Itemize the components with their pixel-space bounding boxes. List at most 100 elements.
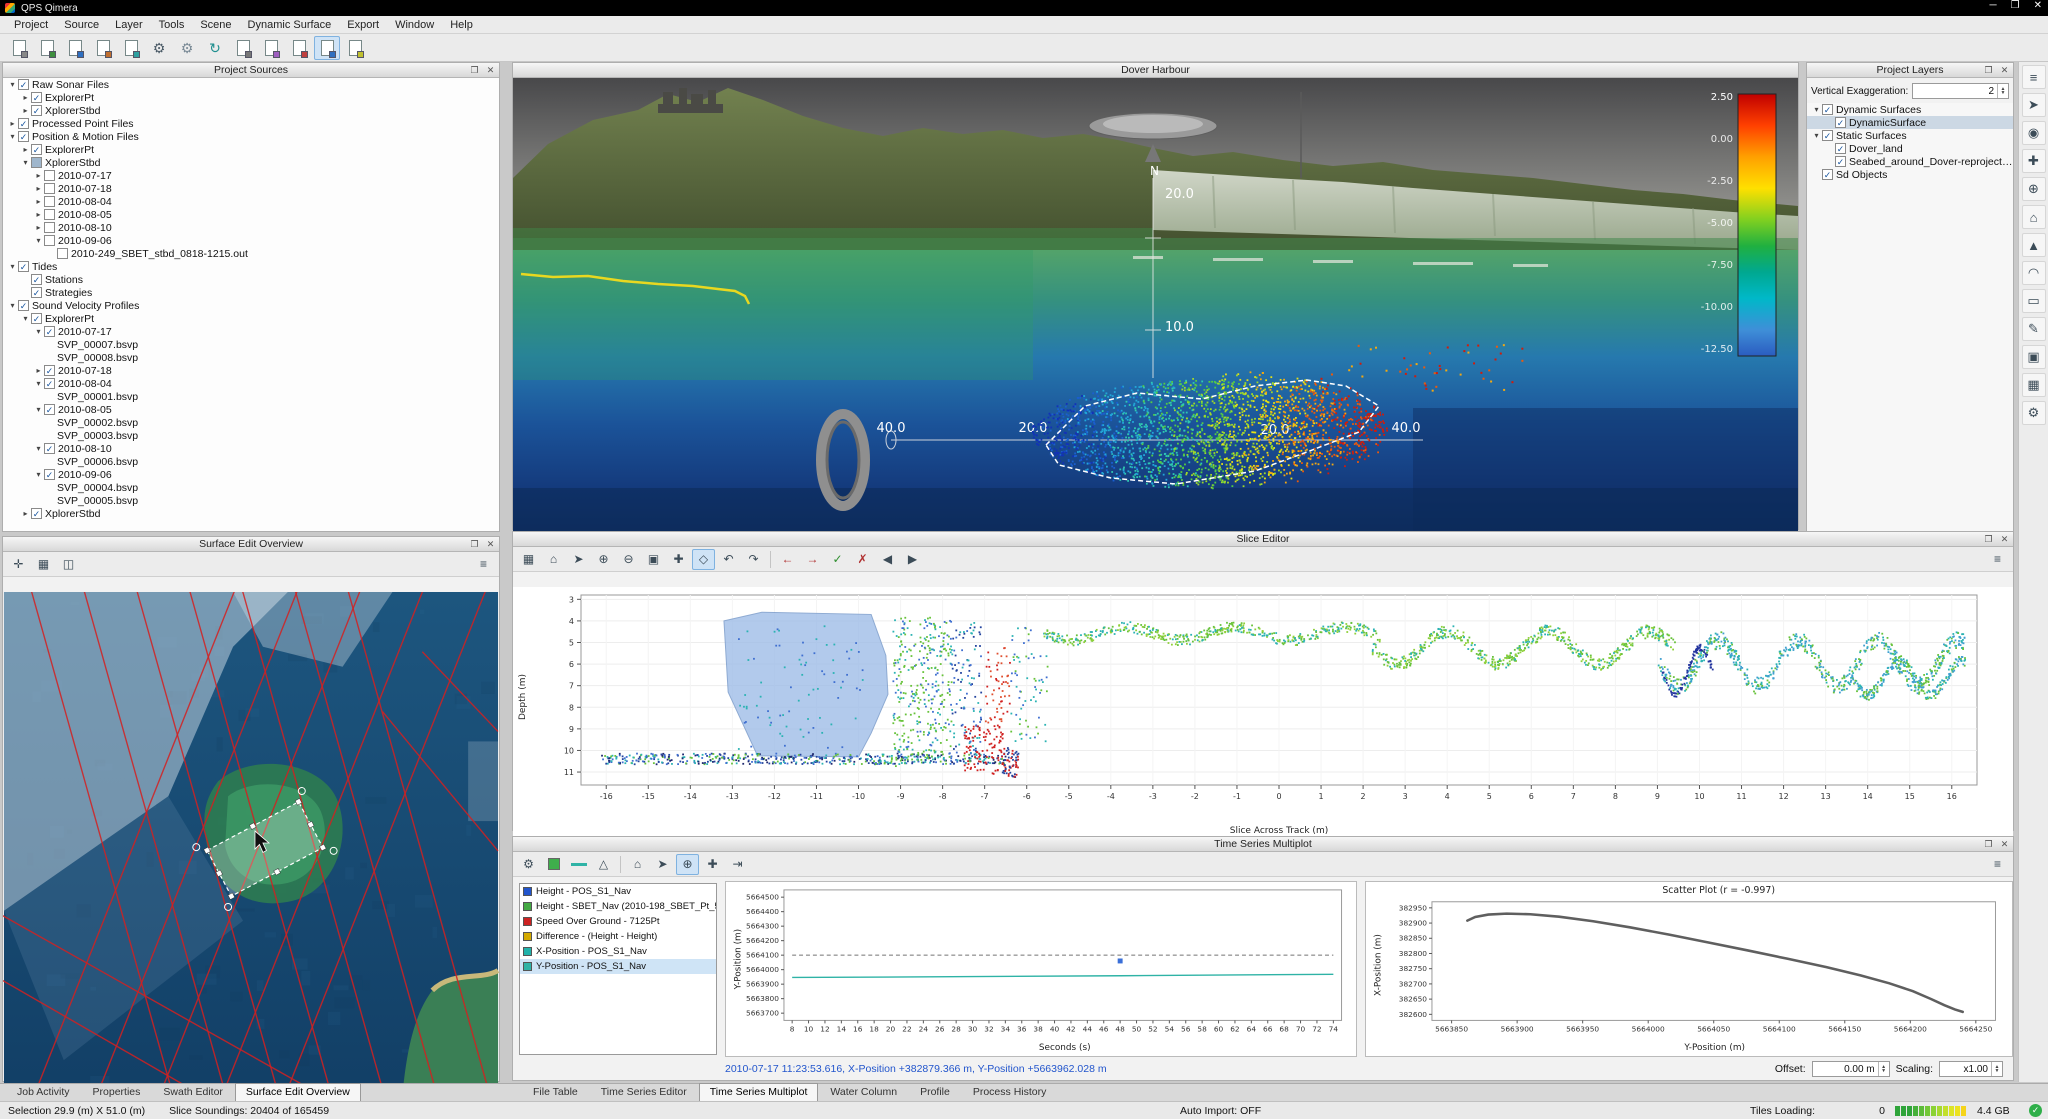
add-processed-files-button[interactable] bbox=[90, 36, 116, 60]
scene-menu-button[interactable]: ≡ bbox=[2022, 65, 2046, 89]
expand-arrow-icon[interactable]: ▸ bbox=[33, 366, 44, 375]
source-item[interactable]: ▸✓XplorerStbd bbox=[3, 104, 499, 117]
expand-arrow-icon[interactable]: ▾ bbox=[1811, 131, 1822, 140]
tree-checkbox[interactable]: ✓ bbox=[31, 508, 42, 519]
expand-arrow-icon[interactable]: ▸ bbox=[20, 509, 31, 518]
zoom-tool-button[interactable]: ⊕ bbox=[676, 854, 699, 875]
panel-menu-button[interactable]: ≡ bbox=[1986, 854, 2009, 875]
tree-checkbox[interactable]: ✓ bbox=[1822, 130, 1833, 141]
panel-menu-button[interactable]: ≡ bbox=[472, 554, 495, 575]
minimize-button[interactable]: ─ bbox=[1990, 0, 1997, 11]
measure-tool-button[interactable]: ◠ bbox=[2022, 261, 2046, 285]
pan-tool-button[interactable]: ✚ bbox=[701, 854, 724, 875]
source-item[interactable]: 2010-249_SBET_stbd_0818-1215.out bbox=[3, 247, 499, 260]
next-slice-button[interactable]: ▶ bbox=[901, 549, 924, 570]
zoom-out-button[interactable]: ⊖ bbox=[617, 549, 640, 570]
pan-tool-button[interactable]: ✚ bbox=[2022, 149, 2046, 173]
source-item[interactable]: ▸2010-08-05 bbox=[3, 208, 499, 221]
menu-project[interactable]: Project bbox=[6, 18, 56, 32]
slice-editor-header[interactable]: Slice Editor ❐ ✕ bbox=[513, 532, 2013, 547]
polygon-select-button[interactable]: ◇ bbox=[692, 549, 715, 570]
tree-checkbox[interactable]: ✓ bbox=[31, 105, 42, 116]
maximize-button[interactable]: ❐ bbox=[2011, 0, 2020, 11]
menu-source[interactable]: Source bbox=[56, 18, 107, 32]
menu-export[interactable]: Export bbox=[339, 18, 387, 32]
expand-arrow-icon[interactable]: ▾ bbox=[7, 301, 18, 310]
tab-surface-edit-overview[interactable]: Surface Edit Overview bbox=[235, 1083, 361, 1101]
source-item[interactable]: ▸✓ExplorerPt bbox=[3, 91, 499, 104]
source-item[interactable]: ✓Strategies bbox=[3, 286, 499, 299]
tree-checkbox[interactable]: ✓ bbox=[44, 469, 55, 480]
screenshot-tool-button[interactable]: ▣ bbox=[2022, 345, 2046, 369]
tree-checkbox[interactable]: ✓ bbox=[18, 79, 29, 90]
batch-processing-button[interactable]: ⚙ bbox=[174, 36, 200, 60]
home-view-button[interactable]: ⌂ bbox=[2022, 205, 2046, 229]
expand-arrow-icon[interactable]: ▸ bbox=[33, 171, 44, 180]
panel-menu-button[interactable]: ≡ bbox=[1986, 549, 2009, 570]
menu-help[interactable]: Help bbox=[442, 18, 481, 32]
create-project-button[interactable] bbox=[6, 36, 32, 60]
redo-edit-button[interactable]: ↷ bbox=[742, 549, 765, 570]
layer-item[interactable]: ✓Seabed_around_Dover-reprojected bbox=[1807, 155, 2013, 168]
tab-properties[interactable]: Properties bbox=[82, 1083, 152, 1101]
reject-inside-button[interactable]: → bbox=[801, 549, 824, 570]
layer-item[interactable]: ✓Sd Objects bbox=[1807, 168, 2013, 181]
add-raw-sonar-files-button[interactable] bbox=[62, 36, 88, 60]
slice-selection-polygon[interactable] bbox=[724, 612, 888, 757]
tree-checkbox[interactable]: ✓ bbox=[31, 144, 42, 155]
layout-toggle-button[interactable]: ◫ bbox=[57, 554, 80, 575]
source-item[interactable]: SVP_00004.bsvp bbox=[3, 481, 499, 494]
source-item[interactable]: SVP_00002.bsvp bbox=[3, 416, 499, 429]
home-view-button[interactable]: ⌂ bbox=[542, 549, 565, 570]
expand-arrow-icon[interactable]: ▾ bbox=[7, 80, 18, 89]
source-item[interactable]: ▾✓2010-08-04 bbox=[3, 377, 499, 390]
project-layers-header[interactable]: Project Layers ❐ ✕ bbox=[1807, 63, 2013, 78]
layer-item[interactable]: ▾✓Static Surfaces bbox=[1807, 129, 2013, 142]
pan-view-button[interactable]: ✚ bbox=[667, 549, 690, 570]
tree-checkbox[interactable]: ✓ bbox=[44, 404, 55, 415]
expand-arrow-icon[interactable]: ▾ bbox=[7, 262, 18, 271]
spinner-arrows-icon[interactable]: ▲▼ bbox=[1991, 1062, 2002, 1076]
source-item[interactable]: ▸2010-08-04 bbox=[3, 195, 499, 208]
source-item[interactable]: ▸2010-07-18 bbox=[3, 182, 499, 195]
expand-arrow-icon[interactable]: ▾ bbox=[33, 327, 44, 336]
marker-style-button[interactable]: △ bbox=[592, 854, 615, 875]
project-sources-header[interactable]: Project Sources ❐ ✕ bbox=[3, 63, 499, 78]
source-item[interactable]: ▾✓Position & Motion Files bbox=[3, 130, 499, 143]
vertical-exaggeration-spinbox[interactable]: 2 ▲▼ bbox=[1912, 83, 2009, 99]
float-panel-icon[interactable]: ❐ bbox=[1982, 64, 1995, 76]
legend-item[interactable]: Speed Over Ground - 7125Pt bbox=[520, 914, 716, 929]
tab-time-series-editor[interactable]: Time Series Editor bbox=[590, 1083, 698, 1101]
tree-checkbox[interactable]: ✓ bbox=[18, 118, 29, 129]
tree-checkbox[interactable]: ✓ bbox=[1835, 156, 1846, 167]
tree-checkbox[interactable]: ✓ bbox=[31, 313, 42, 324]
toggle-grid-button[interactable]: ▦ bbox=[517, 549, 540, 570]
scene-3d-viewport[interactable]: N 20.0 10.0 40.0 20.0 20.0 40.0 2.500.00… bbox=[513, 78, 1798, 531]
zoom-window-button[interactable]: ▣ bbox=[642, 549, 665, 570]
expand-arrow-icon[interactable]: ▾ bbox=[33, 405, 44, 414]
source-item[interactable]: ▸✓2010-07-18 bbox=[3, 364, 499, 377]
reject-soundings-button[interactable] bbox=[286, 36, 312, 60]
layer-item[interactable]: ▾✓Dynamic Surfaces bbox=[1807, 103, 2013, 116]
tree-checkbox[interactable] bbox=[44, 209, 55, 220]
plot-settings-button[interactable]: ⚙ bbox=[517, 854, 540, 875]
source-item[interactable]: ▸✓XplorerStbd bbox=[3, 507, 499, 520]
tree-checkbox[interactable]: ✓ bbox=[1822, 169, 1833, 180]
expand-arrow-icon[interactable]: ▾ bbox=[7, 132, 18, 141]
tree-checkbox[interactable]: ✓ bbox=[44, 326, 55, 337]
legend-item[interactable]: X-Position - POS_S1_Nav bbox=[520, 944, 716, 959]
fit-view-button[interactable]: ✛ bbox=[7, 554, 30, 575]
add-position-files-button[interactable] bbox=[118, 36, 144, 60]
expand-arrow-icon[interactable]: ▸ bbox=[7, 119, 18, 128]
expand-arrow-icon[interactable]: ▾ bbox=[20, 158, 31, 167]
tree-checkbox[interactable]: ✓ bbox=[44, 443, 55, 454]
export-data-button[interactable] bbox=[230, 36, 256, 60]
close-panel-icon[interactable]: ✕ bbox=[1998, 64, 2011, 76]
expand-arrow-icon[interactable]: ▾ bbox=[20, 314, 31, 323]
layer-item[interactable]: ✓Dover_land bbox=[1807, 142, 2013, 155]
tree-checkbox[interactable] bbox=[57, 248, 68, 259]
tree-checkbox[interactable]: ✓ bbox=[44, 378, 55, 389]
close-panel-icon[interactable]: ✕ bbox=[1998, 533, 2011, 545]
surface-report-button[interactable] bbox=[342, 36, 368, 60]
tree-checkbox[interactable]: ✓ bbox=[18, 131, 29, 142]
